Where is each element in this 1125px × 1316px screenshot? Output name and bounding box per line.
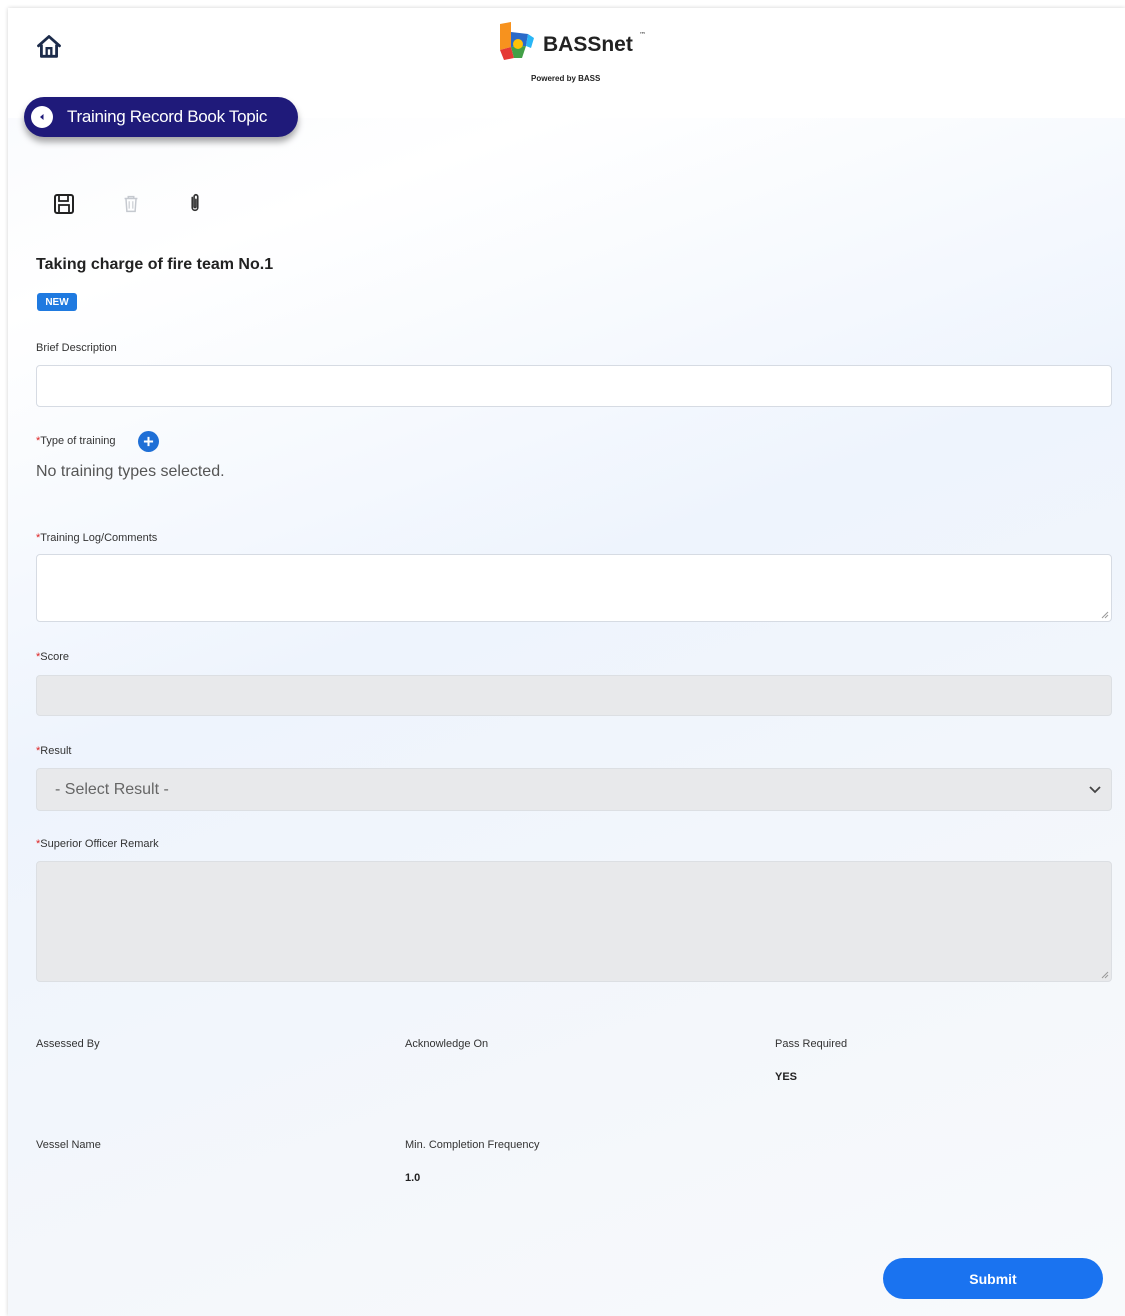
pass-required-label: Pass Required — [775, 1038, 848, 1050]
save-icon — [54, 194, 74, 214]
superior-remark-textarea — [36, 861, 1112, 982]
resize-grip-icon — [1101, 971, 1109, 979]
attach-button[interactable] — [184, 190, 210, 216]
vessel-name-label: Vessel Name — [36, 1139, 101, 1151]
result-text: Result — [40, 745, 72, 757]
home-icon[interactable] — [35, 33, 63, 61]
save-button[interactable] — [52, 192, 78, 218]
superior-remark-label: *Superior Officer Remark — [36, 838, 159, 850]
score-input — [36, 675, 1112, 716]
plus-icon — [143, 436, 154, 447]
superior-remark-text: Superior Officer Remark — [40, 838, 159, 850]
type-of-training-label: *Type of training — [36, 435, 116, 447]
min-completion-frequency-label: Min. Completion Frequency — [405, 1139, 540, 1151]
training-log-label: *Training Log/Comments — [36, 532, 157, 544]
score-label: *Score — [36, 651, 69, 663]
back-button-label: Training Record Book Topic — [67, 107, 268, 126]
brand-name: BASSnet — [543, 33, 633, 56]
resize-grip-icon[interactable] — [1101, 611, 1109, 619]
paperclip-icon — [191, 193, 199, 212]
result-select[interactable]: - Select Result - — [36, 768, 1112, 811]
bass-logo-icon — [500, 22, 534, 60]
chevron-left-icon — [31, 106, 53, 128]
type-of-training-text: Type of training — [40, 435, 116, 447]
training-log-text: Training Log/Comments — [40, 532, 158, 544]
pass-required-value: YES — [775, 1071, 798, 1083]
result-label: *Result — [36, 745, 71, 757]
record-title: Taking charge of fire team No.1 — [36, 256, 274, 273]
submit-button[interactable]: Submit — [883, 1258, 1103, 1299]
training-log-textarea[interactable] — [36, 554, 1112, 622]
brand-trademark: ™ — [639, 31, 646, 39]
brief-description-label: Brief Description — [36, 342, 117, 354]
acknowledge-on-label: Acknowledge On — [405, 1038, 489, 1050]
brand-tagline: Powered by BASS — [531, 74, 601, 83]
assessed-by-label: Assessed By — [36, 1038, 100, 1050]
status-badge: NEW — [37, 293, 77, 311]
score-text: Score — [40, 651, 70, 663]
training-types-empty-text: No training types selected. — [36, 463, 225, 480]
result-selected-value: - Select Result - — [55, 781, 169, 798]
chevron-down-icon — [1089, 786, 1101, 794]
brand-logo: BASSnet ™ Powered by BASS — [498, 20, 658, 90]
add-training-type-button[interactable] — [138, 431, 159, 452]
trash-icon — [124, 195, 138, 213]
page-background — [8, 8, 1125, 1316]
min-completion-frequency-value: 1.0 — [405, 1172, 421, 1184]
delete-button[interactable] — [120, 193, 146, 219]
back-to-topic-button[interactable]: Training Record Book Topic — [24, 97, 298, 137]
brief-description-input[interactable] — [36, 365, 1112, 407]
